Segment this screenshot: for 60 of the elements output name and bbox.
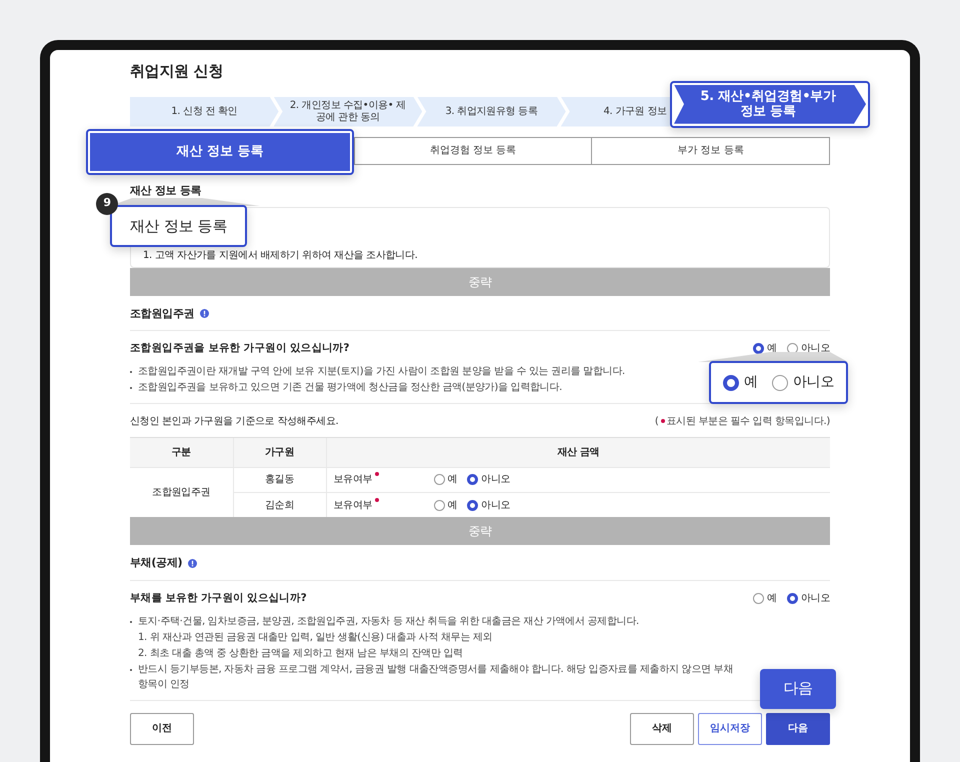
radio-button[interactable] [467,500,478,510]
note-text: 2. 최초 대출 총액 중 상환한 금액을 제외하고 현재 남은 부채의 잔액만 입력 [138,646,463,660]
page-title: 취업지원 신청 [130,61,224,82]
question-text: 조합원입주권을 보유한 가구원이 있으십니까? [130,341,350,356]
section-title: 재산 정보 등록 [130,184,202,196]
question-text: 부채를 보유한 가구원이 있으십니까? [130,590,306,606]
radio-button[interactable] [786,593,798,604]
wizard-step: 2. 개인정보 수집•이용• 제공에 관한 동의 [274,96,422,126]
omission-bar: 중략 [130,268,830,296]
note-text: 표시된 부분은 필수 입력 항목입니다.) [666,414,830,429]
option-label: 아니오 [800,592,830,606]
note-text: 1. 위 재산과 연관된 금융권 대출만 입력, 일반 생활(신용) 대출과 사적 채무는 제외 [138,630,492,644]
note-text: 반드시 등기부등본, 자동차 금융 프로그램 계약서, 금융권 발행 대출잔액증명서를 제출해야 합니다. 해당 입증자료를 제출하지 않으면 부채 항목이 인정 [138,662,734,692]
radio-button[interactable] [753,593,764,604]
callout-label: 다음 [760,668,836,708]
note-text: 토지·주택·건물, 임차보증금, 분양권, 조합원입주권, 자동차 등 재산 취득을 위한 대출금은 재산 가액에서 공제합니다. [138,614,639,628]
note-text: 조합원입주권이란 재개발 구역 안에 보유 지분(토지)을 가진 사람이 조합원 분양을 받을 수 있는 권리를 말합니다. [138,364,625,379]
wizard-step: 5. 재산•취업경험•부가 정보 등록 [674,84,866,124]
option-label: 아니오 [800,342,830,356]
field-label: 보유여부 [334,498,372,512]
wizard-step: 3. 취업지원유형 등록 [417,96,566,126]
tab[interactable]: 부가 정보 등록 [591,136,830,164]
field-label: 보유여부 [334,473,372,488]
table-cell: 홍길동 [233,467,326,492]
column-header: 구분 [130,437,233,468]
option-label: 예 [448,498,458,512]
option-label: 아니오 [481,473,510,488]
radio-button[interactable] [753,343,764,354]
section-title: 부채(공제) [130,555,182,572]
instruction-text: 신청인 본인과 가구원을 기준으로 작성해주세요. [130,414,338,429]
option-label: 예 [448,473,458,488]
note-text: ( [654,414,658,429]
radio-button[interactable] [467,474,478,486]
section-title: 조합원입주권 [130,306,194,322]
required-dot [660,419,664,424]
step-badge: 9 [96,192,118,214]
option-label: 예 [767,592,777,606]
previous-button[interactable]: 이전 [130,712,194,744]
callout-label: 재산 정보 등록 [110,204,248,247]
option-label: 예 [744,373,758,392]
option-label: 아니오 [481,498,510,512]
column-header: 재산 금액 [326,437,830,468]
omission-bar: 중략 [130,517,830,546]
tab[interactable]: 취업경험 정보 등록 [354,136,592,164]
info-text: 1. 고액 자산가를 지원에서 배제하기 위하여 재산을 조사합니다. [143,248,418,262]
info-icon [188,559,198,568]
action-button[interactable]: 삭제 [630,712,694,744]
radio-button[interactable] [434,500,444,510]
action-button[interactable]: 다음 [766,712,830,744]
note-text: 조합원입주권을 보유하고 있으면 기존 건물 평가액에 청산금을 정산한 금액(분양가)을 입력합니다. [138,380,562,395]
action-button[interactable]: 임시저장 [698,712,762,744]
radio-button[interactable] [723,374,740,390]
radio-button[interactable] [434,474,444,486]
wizard-step: 1. 신청 전 확인 [130,96,279,126]
info-icon [200,309,210,318]
tab[interactable]: 재산 정보 등록 [90,132,350,170]
option-label: 예 [767,342,777,356]
column-header: 가구원 [233,437,326,468]
option-label: 아니오 [792,373,834,392]
radio-button[interactable] [772,374,788,390]
